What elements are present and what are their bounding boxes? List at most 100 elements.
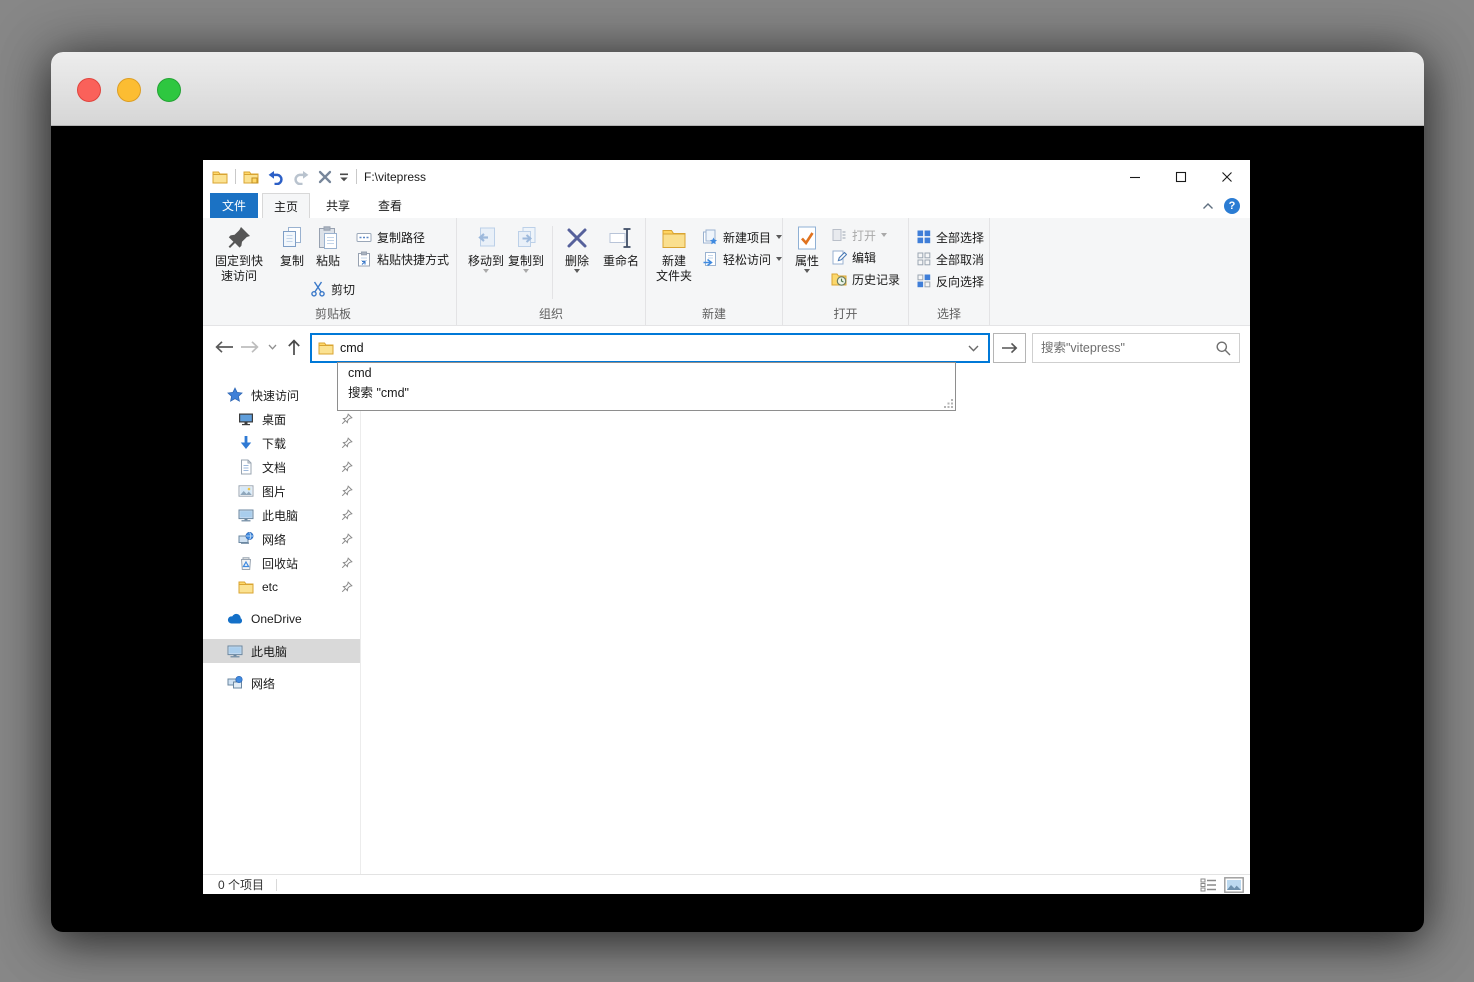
new-item-label: 新建项目	[723, 230, 772, 245]
onedrive-cloud-icon	[227, 613, 243, 625]
autocomplete-item-search-cmd[interactable]: 搜索 "cmd"	[338, 383, 955, 403]
this-pc-icon	[227, 643, 243, 659]
move-to-menu-arrow	[483, 269, 489, 273]
network-icon	[227, 675, 243, 691]
file-list-pane[interactable]	[361, 367, 1250, 875]
open-icon	[831, 227, 847, 243]
delete-icon	[565, 222, 589, 254]
group-label-select: 选择	[936, 307, 961, 321]
edit-button[interactable]: 编辑	[831, 246, 900, 268]
sidebar-item-network-pinned[interactable]: 网络	[203, 527, 360, 551]
macos-titlebar[interactable]	[51, 52, 1424, 126]
copy-to-label: 复制到	[507, 254, 544, 268]
sidebar-label: etc	[262, 580, 279, 594]
tab-share[interactable]: 共享	[314, 193, 362, 218]
rename-button[interactable]: 重命名	[598, 222, 644, 269]
new-item-button[interactable]: 新建项目	[702, 226, 783, 248]
tab-view[interactable]: 查看	[366, 193, 414, 218]
pin-to-quick-access-button[interactable]: 固定到快 速访问	[210, 222, 268, 284]
large-icons-view-icon[interactable]	[1224, 876, 1244, 893]
customize-toolbar-icon[interactable]	[339, 172, 349, 182]
address-bar[interactable]	[310, 333, 990, 363]
recent-locations-chevron-icon[interactable]	[263, 332, 281, 362]
sidebar-item-this-pc-pinned[interactable]: 此电脑	[203, 503, 360, 527]
help-icon[interactable]: ?	[1224, 198, 1240, 214]
sidebar-item-pictures[interactable]: 图片	[203, 479, 360, 503]
documents-icon	[238, 459, 254, 475]
copy-to-icon	[513, 222, 539, 254]
paste-button[interactable]: 粘贴	[306, 222, 350, 269]
undo-icon[interactable]	[266, 169, 285, 185]
search-input[interactable]	[1033, 341, 1207, 355]
copy-path-button[interactable]: 复制路径	[356, 226, 449, 248]
open-button[interactable]: 打开	[831, 224, 900, 246]
autocomplete-item-cmd[interactable]: cmd	[338, 363, 955, 383]
new-folder-label-line2: 文件夹	[655, 269, 692, 283]
sidebar-item-onedrive[interactable]: OneDrive	[203, 607, 360, 631]
history-button[interactable]: 历史记录	[831, 268, 900, 290]
select-all-button[interactable]: 全部选择	[917, 226, 984, 248]
minimize-button[interactable]	[1112, 160, 1158, 193]
sidebar-label: 图片	[262, 484, 287, 499]
file-explorer-window: F:\vitepress 文件 主页 共享 查看 ? 固定到快 速访问 复制 粘…	[203, 160, 1250, 894]
ribbon-right-controls: ?	[1202, 198, 1240, 214]
ribbon-group-open: 属性 打开 编辑 历史记录 打开	[783, 218, 909, 325]
tab-file[interactable]: 文件	[210, 193, 258, 218]
cut-button[interactable]: 剪切	[310, 278, 355, 300]
details-view-icon[interactable]	[1200, 878, 1218, 892]
sidebar-item-network[interactable]: 网络	[203, 671, 360, 695]
select-none-button[interactable]: 全部取消	[917, 248, 984, 270]
history-icon	[831, 271, 847, 287]
search-box[interactable]	[1032, 333, 1240, 363]
address-input[interactable]	[340, 341, 958, 355]
sidebar-item-downloads[interactable]: 下载	[203, 431, 360, 455]
close-button[interactable]	[1204, 160, 1250, 193]
up-icon[interactable]	[281, 332, 307, 362]
sidebar-item-documents[interactable]: 文档	[203, 455, 360, 479]
folder-properties-icon[interactable]	[243, 169, 259, 185]
sidebar-label: 桌面	[262, 412, 287, 427]
new-folder-label-line1: 新建	[661, 254, 686, 268]
invert-selection-button[interactable]: 反向选择	[917, 270, 984, 292]
address-dropdown-chevron-icon[interactable]	[958, 335, 988, 361]
sidebar-item-recycle-bin[interactable]: 回收站	[203, 551, 360, 575]
close-traffic-light[interactable]	[77, 78, 101, 102]
copy-icon	[279, 222, 305, 254]
paste-shortcut-icon	[356, 251, 372, 267]
folder-icon[interactable]	[212, 169, 228, 185]
paste-shortcut-button[interactable]: 粘贴快捷方式	[356, 248, 449, 270]
go-button[interactable]	[993, 333, 1026, 363]
this-pc-icon	[238, 507, 254, 523]
delete-toolbar-icon[interactable]	[318, 170, 332, 184]
delete-button[interactable]: 删除	[556, 222, 598, 273]
new-folder-button[interactable]: 新建 文件夹	[648, 222, 700, 284]
screenshot-stage: F:\vitepress 文件 主页 共享 查看 ? 固定到快 速访问 复制 粘…	[0, 0, 1474, 982]
properties-button[interactable]: 属性	[787, 222, 827, 273]
sidebar-label: 此电脑	[251, 644, 288, 659]
rename-label: 重命名	[602, 254, 639, 268]
redo-icon[interactable]	[292, 169, 311, 185]
back-icon[interactable]	[211, 332, 237, 362]
paste-icon	[315, 222, 341, 254]
forward-icon[interactable]	[237, 332, 263, 362]
group-label-new: 新建	[701, 307, 726, 321]
easy-access-button[interactable]: 轻松访问	[702, 248, 783, 270]
copy-to-button[interactable]: 复制到	[503, 222, 549, 273]
tab-home[interactable]: 主页	[262, 193, 310, 218]
quick-access-toolbar: F:\vitepress	[212, 160, 426, 193]
collapse-ribbon-icon[interactable]	[1202, 202, 1214, 210]
search-icon[interactable]	[1207, 340, 1239, 356]
zoom-traffic-light[interactable]	[157, 78, 181, 102]
pin-icon	[341, 461, 353, 473]
maximize-button[interactable]	[1158, 160, 1204, 193]
sidebar-item-this-pc[interactable]: 此电脑	[203, 639, 360, 663]
minimize-traffic-light[interactable]	[117, 78, 141, 102]
history-label: 历史记录	[852, 272, 901, 287]
easy-access-icon	[702, 251, 718, 267]
copy-to-menu-arrow	[523, 269, 529, 273]
edit-icon	[831, 249, 848, 265]
delete-menu-arrow	[574, 269, 580, 273]
sidebar-item-etc[interactable]: etc	[203, 575, 360, 599]
resize-grip-icon[interactable]	[944, 399, 953, 408]
pin-icon	[341, 485, 353, 497]
